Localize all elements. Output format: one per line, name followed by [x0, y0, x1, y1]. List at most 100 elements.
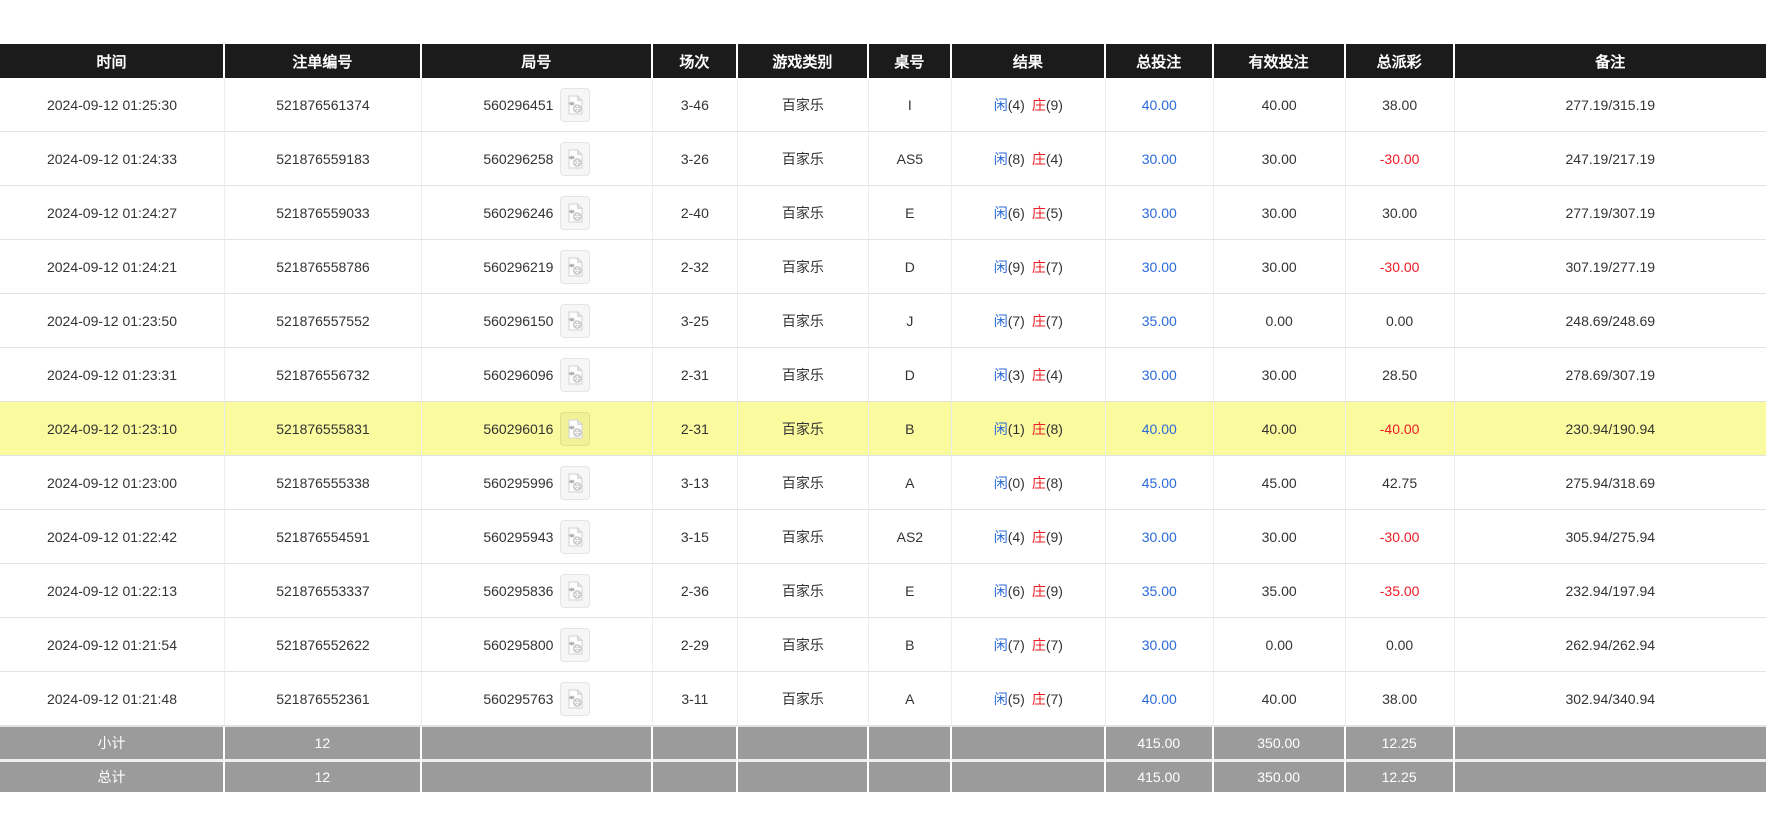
- cell-game-type: 百家乐: [738, 132, 869, 186]
- grand-total-cell-bet_no: 12: [225, 759, 422, 792]
- cell-table-number: D: [869, 348, 952, 402]
- cell-bet-number: 521876554591: [225, 510, 422, 564]
- cell-round-number: 560296096: [422, 348, 653, 402]
- video-replay-button[interactable]: [560, 520, 590, 554]
- video-replay-button[interactable]: [560, 88, 590, 122]
- result-banker-score: (4): [1046, 367, 1063, 383]
- cell-table-number: AS2: [869, 510, 952, 564]
- cell-remark: 307.19/277.19: [1455, 240, 1766, 294]
- cell-table-number: E: [869, 186, 952, 240]
- cell-round-number: 560295996: [422, 456, 653, 510]
- result-player-label: 闲: [994, 691, 1008, 707]
- cell-result: 闲(6)庄(5): [952, 186, 1106, 240]
- round-number-text: 560296016: [483, 421, 553, 437]
- result-banker-label: 庄: [1032, 151, 1046, 167]
- total-bet-link[interactable]: 30.00: [1142, 205, 1177, 221]
- subtotal-cell-game_type: [738, 726, 869, 759]
- result-banker-label: 庄: [1032, 313, 1046, 329]
- video-replay-button[interactable]: [560, 358, 590, 392]
- column-header-total_bet: 总投注: [1106, 44, 1214, 78]
- cell-bet-number: 521876561374: [225, 78, 422, 132]
- result-banker-score: (7): [1046, 637, 1063, 653]
- subtotal-cell-time: 小计: [0, 726, 225, 759]
- result-banker-label: 庄: [1032, 97, 1046, 113]
- cell-total-payout: 42.75: [1346, 456, 1455, 510]
- cell-time: 2024-09-12 01:23:50: [0, 294, 225, 348]
- total-bet-link[interactable]: 40.00: [1142, 691, 1177, 707]
- video-replay-icon: [566, 365, 584, 385]
- video-replay-button[interactable]: [560, 304, 590, 338]
- video-replay-button[interactable]: [560, 682, 590, 716]
- table-row: 2024-09-12 01:23:50 521876557552 5602961…: [0, 294, 1766, 348]
- cell-total-payout: 30.00: [1346, 186, 1455, 240]
- total-bet-link[interactable]: 40.00: [1142, 97, 1177, 113]
- round-number-text: 560296219: [483, 259, 553, 275]
- cell-bet-number: 521876555831: [225, 402, 422, 456]
- table-row: 2024-09-12 01:22:42 521876554591 5602959…: [0, 510, 1766, 564]
- cell-game-type: 百家乐: [738, 294, 869, 348]
- column-header-total_payout: 总派彩: [1346, 44, 1455, 78]
- cell-result: 闲(7)庄(7): [952, 294, 1106, 348]
- header-row: 时间注单编号局号场次游戏类别桌号结果总投注有效投注总派彩备注: [0, 44, 1766, 78]
- column-header-valid_bet: 有效投注: [1214, 44, 1346, 78]
- video-replay-button[interactable]: [560, 196, 590, 230]
- cell-bet-number: 521876559033: [225, 186, 422, 240]
- cell-game-type: 百家乐: [738, 618, 869, 672]
- cell-valid-bet: 30.00: [1214, 186, 1346, 240]
- video-replay-button[interactable]: [560, 628, 590, 662]
- round-number-text: 560296451: [483, 97, 553, 113]
- total-bet-link[interactable]: 35.00: [1142, 583, 1177, 599]
- subtotal-cell-remark: [1455, 726, 1766, 759]
- cell-session: 2-40: [653, 186, 738, 240]
- cell-result: 闲(1)庄(8): [952, 402, 1106, 456]
- subtotal-row: 小计12415.00350.0012.25: [0, 726, 1766, 759]
- total-bet-link[interactable]: 30.00: [1142, 151, 1177, 167]
- grand-total-cell-time: 总计: [0, 759, 225, 792]
- result-player-label: 闲: [994, 475, 1008, 491]
- result-banker-label: 庄: [1032, 637, 1046, 653]
- result-banker-label: 庄: [1032, 583, 1046, 599]
- cell-total-payout: -30.00: [1346, 132, 1455, 186]
- cell-total-bet: 40.00: [1106, 78, 1214, 132]
- column-header-table_no: 桌号: [869, 44, 952, 78]
- grand-total-cell-total_payout: 12.25: [1346, 759, 1455, 792]
- result-banker-label: 庄: [1032, 367, 1046, 383]
- bet-records-page: 时间注单编号局号场次游戏类别桌号结果总投注有效投注总派彩备注 2024-09-1…: [0, 0, 1766, 792]
- result-player-label: 闲: [994, 259, 1008, 275]
- result-banker-score: (5): [1046, 205, 1063, 221]
- table-row: 2024-09-12 01:23:10 521876555831 5602960…: [0, 402, 1766, 456]
- total-bet-link[interactable]: 30.00: [1142, 637, 1177, 653]
- result-player-score: (3): [1008, 367, 1025, 383]
- cell-valid-bet: 40.00: [1214, 78, 1346, 132]
- cell-game-type: 百家乐: [738, 564, 869, 618]
- video-replay-button[interactable]: [560, 574, 590, 608]
- cell-remark: 262.94/262.94: [1455, 618, 1766, 672]
- total-bet-link[interactable]: 30.00: [1142, 259, 1177, 275]
- table-row: 2024-09-12 01:25:30 521876561374 5602964…: [0, 78, 1766, 132]
- round-number-text: 560295943: [483, 529, 553, 545]
- cell-table-number: A: [869, 456, 952, 510]
- column-header-bet_no: 注单编号: [225, 44, 422, 78]
- cell-result: 闲(9)庄(7): [952, 240, 1106, 294]
- result-banker-score: (8): [1046, 475, 1063, 491]
- table-row: 2024-09-12 01:21:54 521876552622 5602958…: [0, 618, 1766, 672]
- video-replay-button[interactable]: [560, 142, 590, 176]
- result-player-label: 闲: [994, 367, 1008, 383]
- result-banker-label: 庄: [1032, 475, 1046, 491]
- video-replay-button[interactable]: [560, 250, 590, 284]
- cell-valid-bet: 0.00: [1214, 618, 1346, 672]
- round-number-text: 560295763: [483, 691, 553, 707]
- cell-remark: 230.94/190.94: [1455, 402, 1766, 456]
- cell-valid-bet: 30.00: [1214, 510, 1346, 564]
- round-number-text: 560295800: [483, 637, 553, 653]
- total-bet-link[interactable]: 30.00: [1142, 367, 1177, 383]
- video-replay-button[interactable]: [560, 466, 590, 500]
- video-replay-button[interactable]: [560, 412, 590, 446]
- total-bet-link[interactable]: 35.00: [1142, 313, 1177, 329]
- cell-total-bet: 45.00: [1106, 456, 1214, 510]
- total-bet-link[interactable]: 40.00: [1142, 421, 1177, 437]
- total-bet-link[interactable]: 30.00: [1142, 529, 1177, 545]
- total-bet-link[interactable]: 45.00: [1142, 475, 1177, 491]
- cell-total-bet: 30.00: [1106, 618, 1214, 672]
- cell-total-payout: 28.50: [1346, 348, 1455, 402]
